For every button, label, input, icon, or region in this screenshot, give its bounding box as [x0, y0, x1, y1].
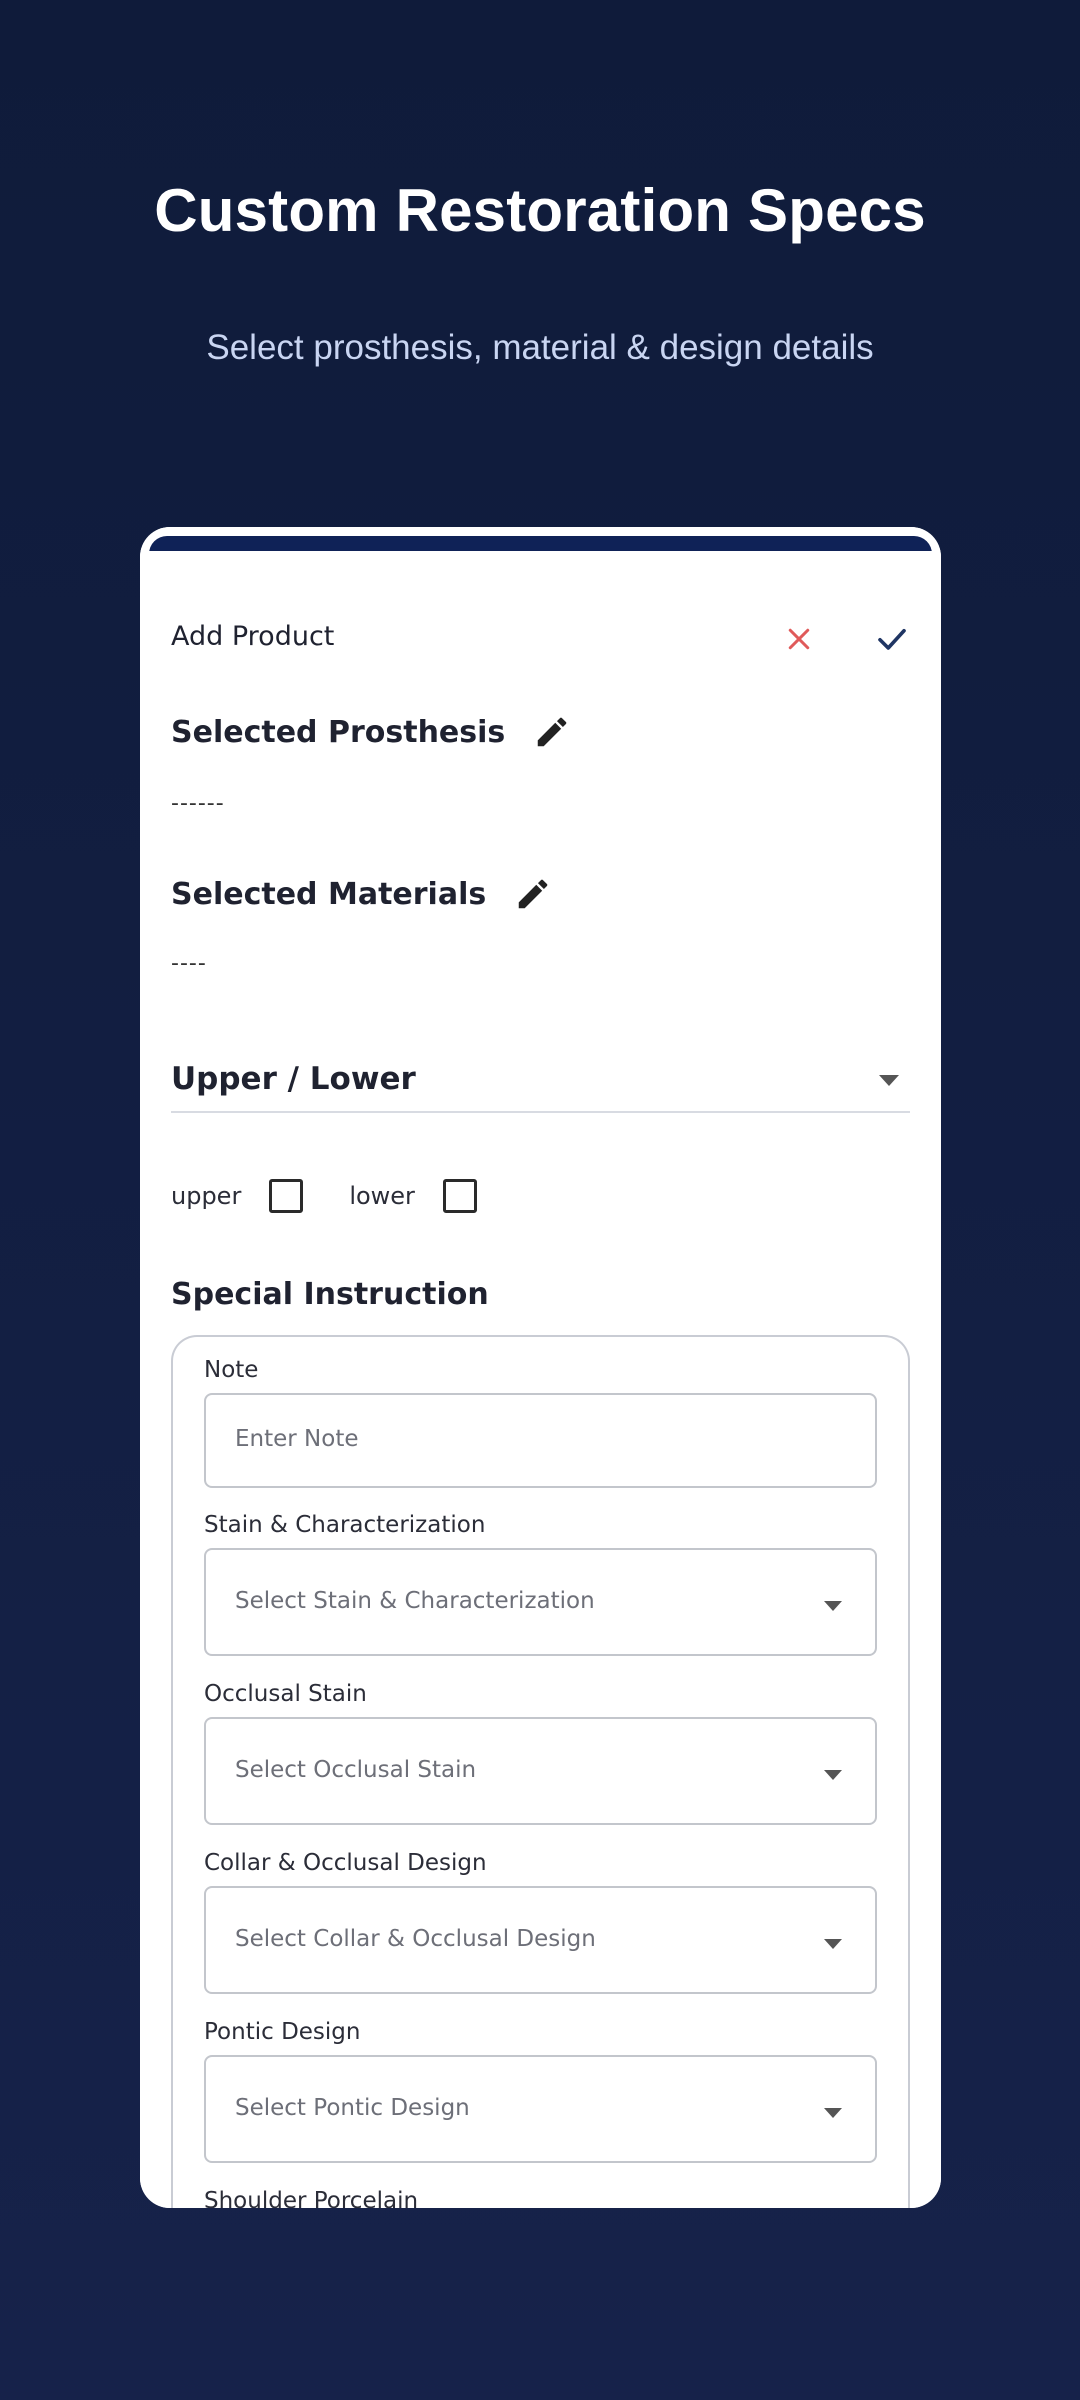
note-placeholder: Enter Note	[235, 1426, 359, 1452]
upper-lower-dropdown[interactable]: Upper / Lower	[171, 1051, 910, 1113]
collar-occlusal-design-select[interactable]: Select Collar & Occlusal Design	[204, 1886, 877, 1994]
check-icon	[878, 628, 906, 650]
promo-subheadline: Select prosthesis, material & design det…	[206, 328, 874, 367]
pencil-icon	[518, 879, 548, 909]
app-bar-title: Add Product	[171, 621, 335, 652]
edit-materials-button[interactable]	[512, 873, 554, 915]
special-instruction-title: Special Instruction	[171, 1277, 489, 1312]
lower-checkbox-label: lower	[349, 1182, 415, 1210]
collar-occlusal-design-placeholder: Select Collar & Occlusal Design	[235, 1926, 596, 1952]
close-icon	[788, 628, 810, 650]
phone-mockup: Add Product Selected Prosthesis ------ S…	[140, 527, 941, 2208]
promo-headline: Custom Restoration Specs	[154, 177, 926, 244]
confirm-button[interactable]	[864, 611, 920, 667]
chevron-down-icon	[823, 1935, 843, 1954]
add-product-screen: Add Product Selected Prosthesis ------ S…	[140, 551, 941, 2208]
edit-prosthesis-button[interactable]	[531, 711, 573, 753]
selected-prosthesis-title: Selected Prosthesis	[171, 714, 506, 750]
close-button[interactable]	[771, 611, 827, 667]
stain-characterization-placeholder: Select Stain & Characterization	[235, 1588, 595, 1614]
upper-checkbox[interactable]	[269, 1179, 304, 1213]
upper-lower-label: Upper / Lower	[171, 1061, 416, 1097]
chevron-down-icon	[823, 1766, 843, 1785]
selected-prosthesis-row: Selected Prosthesis	[171, 711, 573, 753]
selected-materials-row: Selected Materials	[171, 873, 554, 915]
stain-characterization-label: Stain & Characterization	[204, 1512, 486, 1538]
occlusal-stain-placeholder: Select Occlusal Stain	[235, 1757, 477, 1783]
note-label: Note	[204, 1357, 259, 1383]
note-input[interactable]: Enter Note	[204, 1393, 877, 1488]
pencil-icon	[538, 717, 567, 747]
chevron-down-icon	[823, 2104, 843, 2123]
chevron-down-icon	[823, 1597, 843, 1616]
occlusal-stain-label: Occlusal Stain	[204, 1681, 367, 1707]
special-instruction-panel: Note Enter Note Stain & Characterization…	[171, 1335, 910, 2208]
stain-characterization-select[interactable]: Select Stain & Characterization	[204, 1548, 877, 1656]
arch-checkbox-group: upper lower	[171, 1171, 523, 1221]
chevron-down-icon	[878, 1073, 900, 1092]
selected-materials-value: ----	[171, 951, 207, 976]
selected-materials-title: Selected Materials	[171, 876, 487, 912]
lower-checkbox[interactable]	[442, 1179, 477, 1213]
upper-checkbox-label: upper	[171, 1182, 242, 1210]
shoulder-porcelain-label: Shoulder Porcelain	[204, 2188, 419, 2208]
selected-prosthesis-value: ------	[171, 791, 225, 816]
collar-occlusal-design-label: Collar & Occlusal Design	[204, 1850, 487, 1876]
occlusal-stain-select[interactable]: Select Occlusal Stain	[204, 1717, 877, 1825]
pontic-design-placeholder: Select Pontic Design	[235, 2095, 470, 2121]
pontic-design-label: Pontic Design	[204, 2019, 361, 2045]
app-bar: Add Product	[171, 611, 910, 671]
phone-top-bar	[140, 527, 941, 556]
pontic-design-select[interactable]: Select Pontic Design	[204, 2055, 877, 2163]
